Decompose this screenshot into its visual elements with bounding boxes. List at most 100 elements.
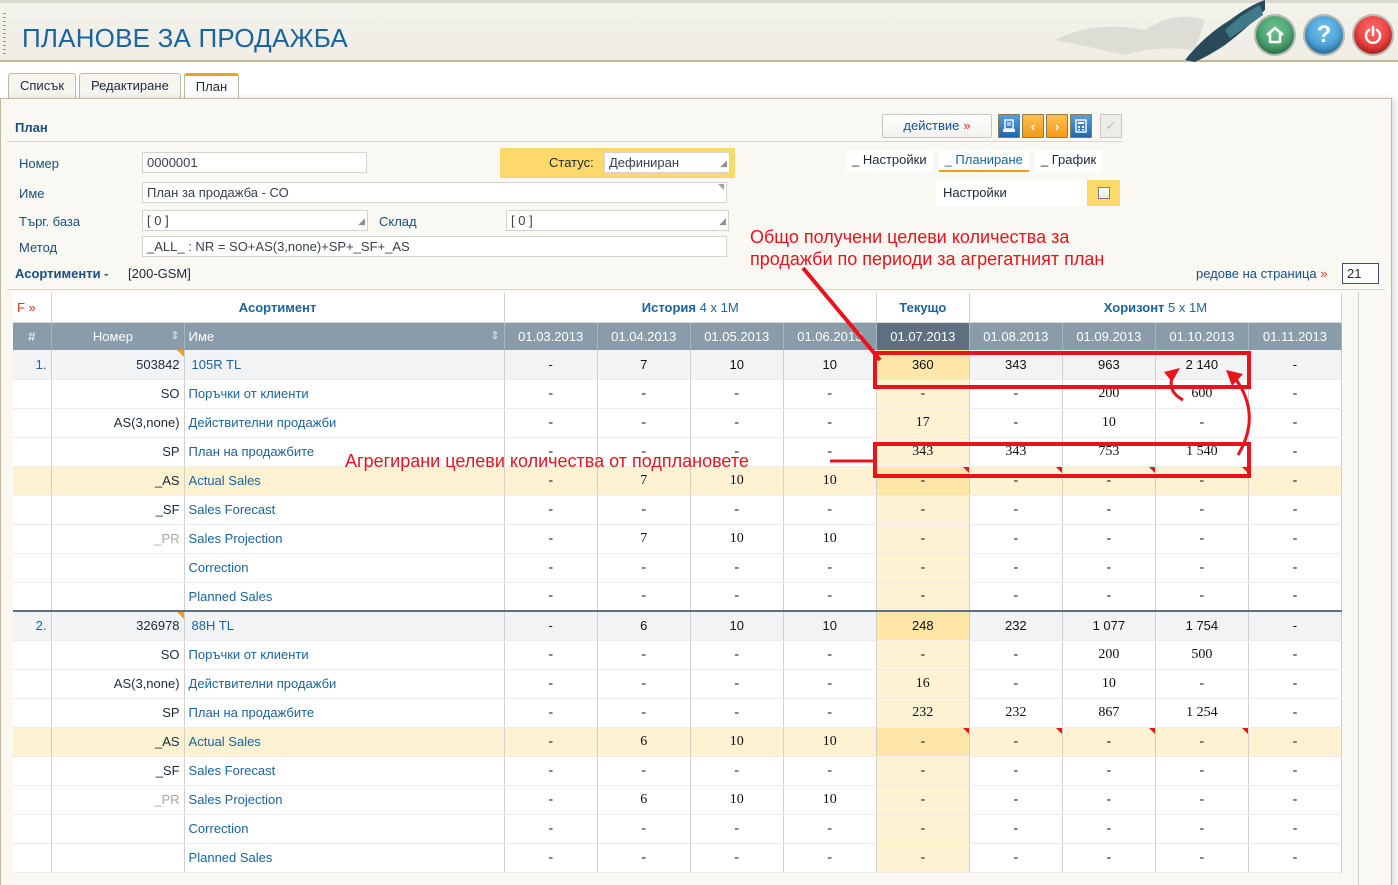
- period-value[interactable]: -: [1155, 785, 1249, 815]
- period-value[interactable]: -: [783, 408, 877, 438]
- period-value[interactable]: 753: [1062, 437, 1156, 467]
- period-value[interactable]: -: [876, 756, 970, 786]
- period-value[interactable]: 343: [969, 437, 1063, 467]
- period-value[interactable]: -: [1248, 669, 1343, 699]
- subtab-planning[interactable]: _ Планиране: [938, 150, 1029, 172]
- period-value[interactable]: -: [504, 785, 598, 815]
- measure-name-link[interactable]: Correction: [184, 553, 505, 583]
- sort-icon[interactable]: ⇕: [170, 329, 179, 342]
- measure-name-link[interactable]: Действителни продажби: [184, 408, 505, 438]
- period-value[interactable]: 6: [597, 785, 691, 815]
- period-value[interactable]: 232: [969, 610, 1063, 641]
- item-row[interactable]: 2. 326978 88H TL -6 10 10 248 232 1 077 1 754-: [13, 610, 1343, 641]
- period-value[interactable]: -: [783, 582, 877, 612]
- period-value[interactable]: -: [969, 669, 1063, 699]
- filter-button[interactable]: F »: [13, 293, 52, 323]
- period-value[interactable]: -: [504, 727, 598, 757]
- confirm-button[interactable]: ✓: [1100, 114, 1122, 138]
- period-value[interactable]: 10: [690, 610, 784, 641]
- period-value[interactable]: -: [1248, 582, 1343, 612]
- period-value[interactable]: -: [969, 756, 1063, 786]
- period-value[interactable]: 1 254: [1155, 698, 1249, 728]
- period-value[interactable]: -: [969, 582, 1063, 612]
- period-value[interactable]: -: [1155, 727, 1249, 757]
- measure-name-link[interactable]: Correction: [184, 814, 505, 844]
- drag-handle[interactable]: [3, 13, 6, 55]
- period-value[interactable]: -: [1248, 466, 1343, 496]
- tab-plan[interactable]: План: [183, 73, 240, 100]
- period-value[interactable]: -: [969, 524, 1063, 554]
- period-value[interactable]: -: [969, 785, 1063, 815]
- period-value[interactable]: -: [1248, 785, 1343, 815]
- period-value[interactable]: 10: [690, 350, 784, 380]
- measure-name-link[interactable]: План на продажбите: [184, 698, 505, 728]
- period-value[interactable]: 10: [690, 524, 784, 554]
- period-value[interactable]: 10: [1062, 408, 1156, 438]
- period-value[interactable]: -: [690, 582, 784, 612]
- period-value[interactable]: -: [504, 814, 598, 844]
- period-value[interactable]: -: [783, 843, 877, 873]
- period-value[interactable]: 10: [1062, 669, 1156, 699]
- period-value[interactable]: -: [1062, 495, 1156, 525]
- period-value[interactable]: -: [969, 495, 1063, 525]
- home-button[interactable]: [1256, 16, 1294, 54]
- period-value[interactable]: -: [969, 814, 1063, 844]
- period-value[interactable]: -: [690, 756, 784, 786]
- period-value[interactable]: 600: [1155, 379, 1249, 409]
- item-number[interactable]: 326978: [51, 610, 185, 641]
- period-value[interactable]: 16: [876, 669, 970, 699]
- period-value[interactable]: -: [1062, 785, 1156, 815]
- period-value[interactable]: -: [876, 495, 970, 525]
- period-value[interactable]: -: [1248, 379, 1343, 409]
- period-value[interactable]: -: [783, 379, 877, 409]
- period-value[interactable]: -: [690, 495, 784, 525]
- period-value[interactable]: -: [876, 640, 970, 670]
- period-value[interactable]: 10: [783, 785, 877, 815]
- period-value[interactable]: -: [690, 814, 784, 844]
- name-field[interactable]: План за продажба - СО: [142, 182, 727, 203]
- period-value[interactable]: -: [1155, 669, 1249, 699]
- period-value[interactable]: -: [969, 379, 1063, 409]
- period-value[interactable]: -: [504, 408, 598, 438]
- measure-name-link[interactable]: Sales Forecast: [184, 756, 505, 786]
- period-value[interactable]: 248: [876, 610, 970, 641]
- measure-name-link[interactable]: Planned Sales: [184, 582, 505, 612]
- period-value[interactable]: -: [504, 350, 598, 380]
- period-value[interactable]: -: [690, 408, 784, 438]
- period-value[interactable]: -: [876, 727, 970, 757]
- period-value[interactable]: -: [1062, 582, 1156, 612]
- period-value[interactable]: -: [876, 843, 970, 873]
- status-select[interactable]: Дефиниран ◢: [604, 152, 730, 173]
- period-value[interactable]: -: [597, 379, 691, 409]
- period-value[interactable]: -: [783, 495, 877, 525]
- method-field[interactable]: _ALL_ : NR = SO+AS(3,none)+SP+_SF+_AS: [142, 236, 727, 257]
- period-value[interactable]: -: [597, 582, 691, 612]
- period-value[interactable]: 10: [783, 610, 877, 641]
- period-value[interactable]: -: [504, 582, 598, 612]
- period-value[interactable]: -: [504, 640, 598, 670]
- period-value[interactable]: -: [690, 698, 784, 728]
- measure-name-link[interactable]: Sales Forecast: [184, 495, 505, 525]
- period-value[interactable]: -: [783, 814, 877, 844]
- period-value[interactable]: -: [504, 698, 598, 728]
- tab-list[interactable]: Списък: [8, 73, 77, 99]
- period-value[interactable]: -: [1248, 814, 1343, 844]
- measure-name-link[interactable]: Поръчки от клиенти: [184, 379, 505, 409]
- period-value[interactable]: 7: [597, 524, 691, 554]
- item-number[interactable]: 503842: [51, 350, 185, 380]
- period-value[interactable]: -: [1248, 408, 1343, 438]
- period-value[interactable]: -: [783, 437, 877, 467]
- item-row[interactable]: 1. 503842 105R TL -7 10 10 360 343 963 2 140-: [13, 350, 1343, 380]
- period-value[interactable]: -: [504, 610, 598, 641]
- period-value[interactable]: -: [876, 466, 970, 496]
- period-value[interactable]: 10: [783, 350, 877, 380]
- period-value[interactable]: 200: [1062, 640, 1156, 670]
- period-value[interactable]: -: [504, 553, 598, 583]
- print-button[interactable]: [998, 114, 1020, 138]
- subtab-settings[interactable]: _ Настройки: [846, 150, 933, 172]
- period-value[interactable]: 10: [783, 466, 877, 496]
- period-value[interactable]: -: [1155, 843, 1249, 873]
- period-value[interactable]: -: [690, 553, 784, 583]
- sort-icon[interactable]: ⇕: [490, 329, 499, 342]
- warehouse-field[interactable]: [ 0 ] ◢: [506, 210, 729, 231]
